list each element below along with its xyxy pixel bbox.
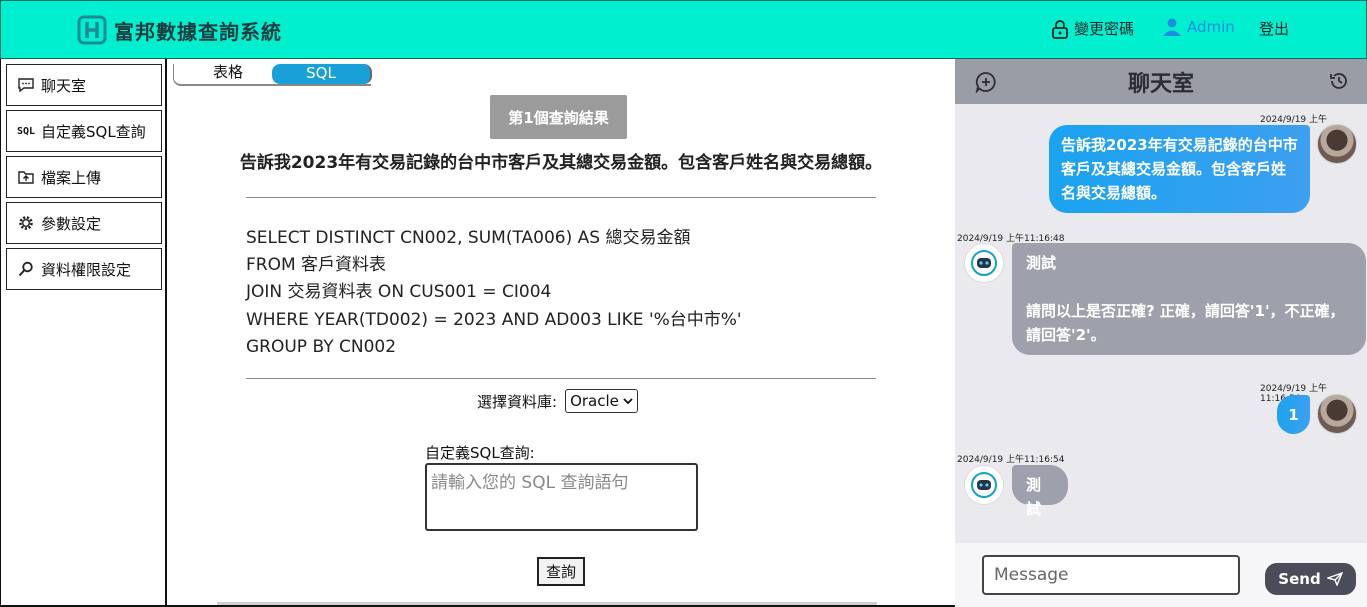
- sql-line: WHERE YEAR(TD002) = 2023 AND AD003 LIKE …: [246, 309, 742, 330]
- chat-panel: 聊天室 2024/9/19 上午11:16:47 告訴我2023年有交易記錄的台…: [955, 59, 1367, 607]
- sql-query-input[interactable]: 請輸入您的 SQL 查詢語句: [425, 463, 698, 531]
- message-input[interactable]: Message: [982, 555, 1240, 595]
- horizontal-scrollbar[interactable]: [217, 602, 877, 605]
- sidebar-item-label: 檔案上傳: [41, 168, 102, 187]
- logout-link[interactable]: 登出: [1259, 18, 1289, 39]
- sql-line: SELECT DISTINCT CN002, SUM(TA006) AS 總交易…: [246, 228, 691, 248]
- user-name: Admin: [1187, 18, 1235, 36]
- new-chat-icon[interactable]: [975, 71, 997, 93]
- chat-title: 聊天室: [1127, 71, 1194, 97]
- upload-icon: [17, 168, 35, 186]
- custom-sql-label: 自定義SQL查詢:: [425, 444, 535, 462]
- user-menu[interactable]: Admin: [1162, 18, 1235, 36]
- sidebar-item-label: 自定義SQL查詢: [41, 122, 146, 141]
- sql-icon: SQL: [16, 125, 36, 137]
- app-title: 富邦數據查詢系統: [114, 20, 282, 44]
- sidebar-item-permissions[interactable]: 資料權限設定: [6, 248, 162, 290]
- sql-line: FROM 客戶資料表: [246, 255, 387, 276]
- send-label: Send: [1278, 570, 1321, 588]
- user-message: 告訴我2023年有交易記錄的台中市客戶及其總交易金額。包含客戶姓名與交易總額。: [1049, 125, 1310, 213]
- sql-code: SELECT DISTINCT CN002, SUM(TA006) AS 總交易…: [246, 225, 742, 361]
- logo-icon: [77, 15, 107, 45]
- sql-line: JOIN 交易資料表 ON CUS001 = CI004: [246, 282, 552, 303]
- send-icon: [1326, 572, 1343, 586]
- robot-icon: [971, 472, 997, 498]
- sidebar-item-upload[interactable]: 檔案上傳: [6, 156, 162, 198]
- sidebar: 聊天室 SQL 自定義SQL查詢 檔案上傳 參數設定 資料權限設定: [0, 59, 167, 607]
- view-tabs: 表格 SQL: [173, 64, 372, 86]
- sidebar-item-settings[interactable]: 參數設定: [6, 202, 162, 244]
- chat-icon: [17, 76, 35, 94]
- change-password-link[interactable]: 變更密碼: [1051, 18, 1134, 39]
- bot-avatar: [964, 465, 1004, 505]
- user-icon: [1163, 18, 1181, 36]
- user-avatar: [1317, 124, 1357, 164]
- bot-message: 測試 請問以上是否正確? 正確，請回答'1'，不正確，請回答'2'。: [1012, 243, 1366, 355]
- chat-footer: Message Send: [955, 543, 1367, 607]
- search-icon: [17, 260, 35, 278]
- database-label: 選擇資料庫:: [477, 392, 558, 411]
- gear-icon: [17, 214, 35, 232]
- message-timestamp: 2024/9/19 上午11:16:54: [957, 455, 1065, 465]
- sidebar-item-label: 聊天室: [41, 76, 87, 95]
- send-button[interactable]: Send: [1265, 563, 1356, 595]
- query-button[interactable]: 查詢: [537, 557, 585, 586]
- sql-line: GROUP BY CN002: [246, 336, 397, 357]
- user-avatar: [1317, 394, 1357, 434]
- chevron-down-icon: [623, 398, 633, 405]
- query-question: 告訴我2023年有交易記錄的台中市客戶及其總交易金額。包含客戶姓名與交易總額。: [239, 153, 883, 173]
- database-selector-row: 選擇資料庫: Oracle: [477, 389, 638, 413]
- sidebar-item-chat[interactable]: 聊天室: [6, 64, 162, 106]
- change-password-label: 變更密碼: [1074, 20, 1135, 38]
- robot-icon: [971, 250, 997, 276]
- result-badge: 第1個查詢結果: [490, 95, 627, 139]
- top-bar: 富邦數據查詢系統 變更密碼 Admin 登出: [0, 0, 1367, 59]
- bot-message: 測試: [1012, 465, 1068, 518]
- tab-table[interactable]: 表格: [198, 64, 258, 84]
- history-icon[interactable]: [1329, 71, 1349, 91]
- bot-avatar: [964, 243, 1004, 283]
- tab-sql[interactable]: SQL: [272, 64, 372, 84]
- sidebar-item-label: 資料權限設定: [41, 260, 132, 279]
- database-select[interactable]: Oracle: [565, 389, 638, 413]
- user-message: 1: [1277, 395, 1310, 434]
- divider: [246, 197, 876, 198]
- lock-icon: [1052, 19, 1068, 39]
- main-panel: 表格 SQL 第1個查詢結果 告訴我2023年有交易記錄的台中市客戶及其總交易金…: [167, 59, 955, 607]
- divider: [246, 378, 876, 379]
- database-selected-value: Oracle: [570, 392, 619, 410]
- sidebar-item-label: 參數設定: [41, 214, 102, 233]
- chat-header: 聊天室: [955, 59, 1367, 104]
- sidebar-item-custom-sql[interactable]: SQL 自定義SQL查詢: [6, 110, 162, 152]
